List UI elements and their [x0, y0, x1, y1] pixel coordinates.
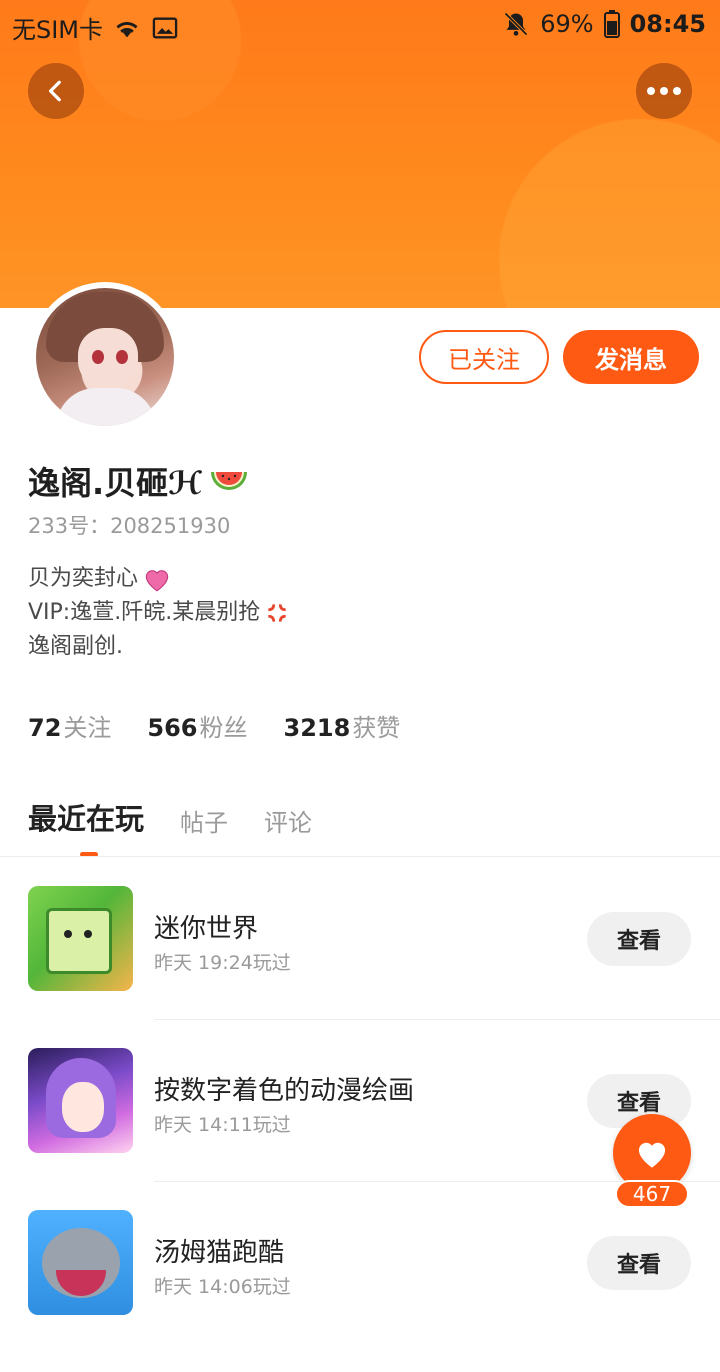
- status-bar: 无SIM卡 69% 08:45: [0, 0, 720, 52]
- heart-icon: [638, 1142, 666, 1168]
- back-button[interactable]: [28, 63, 84, 119]
- list-divider: [154, 1019, 720, 1020]
- status-right: 69% 08:45: [502, 10, 706, 38]
- status-left: 无SIM卡: [12, 10, 179, 45]
- game-title: 按数字着色的动漫绘画: [154, 1076, 415, 1106]
- bio: 贝为奕封心 VIP:逸萱.阡皖.某晨别抢 逸阁副创.: [28, 562, 290, 664]
- game-played-time: 昨天 14:11玩过: [154, 1114, 291, 1136]
- clock: 08:45: [629, 10, 706, 38]
- anger-icon: [268, 604, 286, 622]
- game-icon-mini-world: [28, 886, 133, 991]
- username-text: 逸阁.贝砸ℋ: [28, 464, 203, 502]
- more-button[interactable]: [636, 63, 692, 119]
- game-icon-anime-coloring: [28, 1048, 133, 1153]
- send-message-button[interactable]: 发消息: [563, 330, 699, 384]
- following-button[interactable]: 已关注: [419, 330, 549, 384]
- profile-banner: 无SIM卡 69% 08:45: [0, 0, 720, 308]
- stat-following[interactable]: 72关注: [28, 708, 111, 743]
- bio-line: 贝为奕封心: [28, 562, 290, 596]
- tab-posts[interactable]: 帖子: [180, 803, 228, 838]
- like-count: 467: [615, 1180, 689, 1208]
- stat-fans[interactable]: 566粉丝: [147, 708, 247, 743]
- user-id: 233号：208251930: [28, 514, 231, 538]
- more-dots-icon: [647, 87, 681, 95]
- bio-text: 贝为奕封心: [28, 566, 139, 591]
- bio-line: 逸阁副创.: [28, 630, 290, 664]
- chevron-left-icon: [48, 80, 61, 102]
- battery-icon: [603, 10, 620, 38]
- pink-heart-icon: [145, 570, 169, 592]
- game-played-time: 昨天 14:06玩过: [154, 1276, 291, 1298]
- avatar[interactable]: [30, 282, 180, 432]
- carrier-text: 无SIM卡: [12, 16, 104, 44]
- game-title: 迷你世界: [154, 914, 259, 944]
- profile-tabs: 最近在玩 帖子 评论: [28, 796, 312, 838]
- wifi-icon: [116, 21, 138, 37]
- view-button[interactable]: 查看: [587, 1236, 691, 1290]
- list-item[interactable]: 按数字着色的动漫绘画 昨天 14:11玩过 查看: [0, 1048, 720, 1210]
- image-icon: [152, 17, 178, 38]
- tabs-divider: [0, 856, 720, 857]
- avatar-image: [36, 288, 174, 426]
- bio-text: VIP:逸萱.阡皖.某晨别抢: [28, 600, 261, 625]
- mute-bell-icon: [504, 12, 528, 36]
- list-item[interactable]: 迷你世界 昨天 19:24玩过 查看: [0, 886, 720, 1048]
- tab-recently-played[interactable]: 最近在玩: [28, 796, 144, 838]
- stats-bar: 72关注 566粉丝 3218获赞: [28, 708, 400, 743]
- game-title: 汤姆猫跑酷: [154, 1238, 285, 1268]
- battery-percent: 69%: [540, 10, 594, 38]
- bio-text: 逸阁副创.: [28, 634, 123, 659]
- tab-comments[interactable]: 评论: [264, 803, 312, 838]
- view-button[interactable]: 查看: [587, 912, 691, 966]
- stat-likes: 3218获赞: [283, 714, 401, 742]
- list-item[interactable]: 汤姆猫跑酷 昨天 14:06玩过 查看: [0, 1210, 720, 1372]
- bio-line: VIP:逸萱.阡皖.某晨别抢: [28, 596, 290, 630]
- game-icon-talking-tom: [28, 1210, 133, 1315]
- watermelon-icon: [210, 472, 247, 490]
- username: 逸阁.贝砸ℋ: [28, 458, 249, 504]
- game-played-time: 昨天 19:24玩过: [154, 952, 291, 974]
